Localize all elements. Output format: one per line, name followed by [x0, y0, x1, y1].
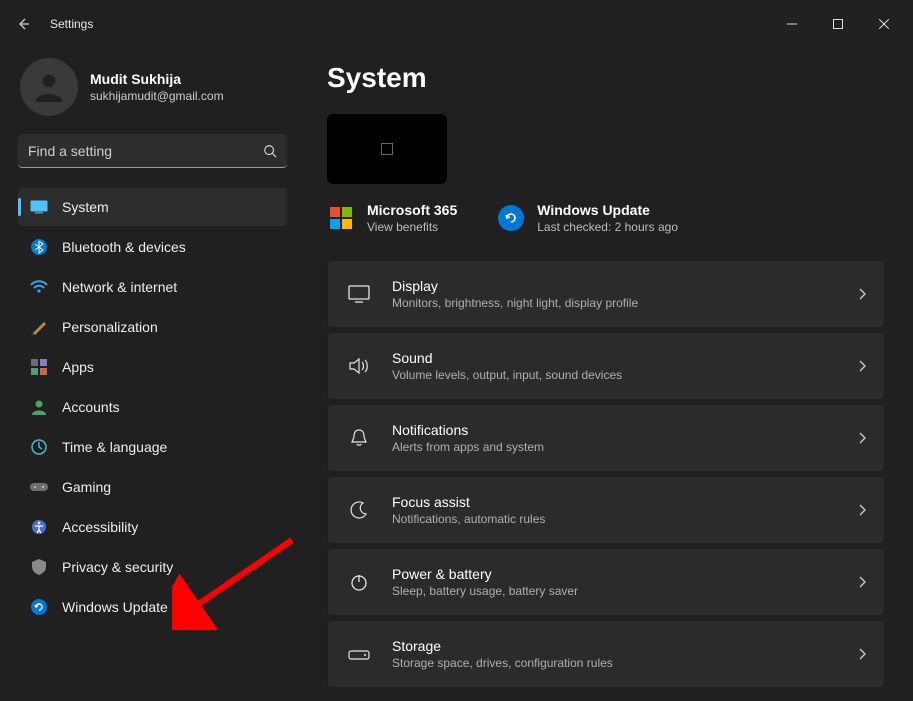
settings-list: Display Monitors, brightness, night ligh…: [327, 260, 885, 688]
update-sub: Last checked: 2 hours ago: [537, 220, 678, 234]
sidebar-item-gaming[interactable]: Gaming: [18, 468, 287, 506]
card-sub: Volume levels, output, input, sound devi…: [392, 368, 838, 382]
nav-list: System Bluetooth & devices Network & int…: [18, 188, 287, 626]
paintbrush-icon: [30, 318, 48, 336]
settings-item-storage[interactable]: Storage Storage space, drives, configura…: [327, 620, 885, 688]
card-title: Power & battery: [392, 566, 838, 582]
person-icon: [31, 69, 67, 105]
minimize-button[interactable]: [769, 8, 815, 40]
minimize-icon: [787, 19, 797, 29]
close-button[interactable]: [861, 8, 907, 40]
status-row: Microsoft 365 View benefits Windows Upda…: [327, 202, 885, 234]
moon-icon: [346, 497, 372, 523]
card-sub: Alerts from apps and system: [392, 440, 838, 454]
back-button[interactable]: [6, 7, 40, 41]
card-title: Notifications: [392, 422, 838, 438]
account-name: Mudit Sukhija: [90, 71, 224, 87]
search-box[interactable]: [18, 134, 287, 168]
chevron-right-icon: [858, 288, 866, 300]
close-icon: [879, 19, 889, 29]
nav-label: Bluetooth & devices: [62, 239, 186, 255]
chevron-right-icon: [858, 648, 866, 660]
nav-label: Accounts: [62, 399, 120, 415]
card-title: Display: [392, 278, 838, 294]
settings-item-focus-assist[interactable]: Focus assist Notifications, automatic ru…: [327, 476, 885, 544]
sidebar-item-accessibility[interactable]: Accessibility: [18, 508, 287, 546]
shield-icon: [30, 558, 48, 576]
settings-item-notifications[interactable]: Notifications Alerts from apps and syste…: [327, 404, 885, 472]
settings-item-display[interactable]: Display Monitors, brightness, night ligh…: [327, 260, 885, 328]
card-title: Storage: [392, 638, 838, 654]
window-title: Settings: [50, 17, 93, 31]
search-input[interactable]: [18, 134, 287, 168]
settings-item-power-battery[interactable]: Power & battery Sleep, battery usage, ba…: [327, 548, 885, 616]
nav-label: System: [62, 199, 109, 215]
desktop-preview[interactable]: [327, 114, 447, 184]
gaming-icon: [30, 478, 48, 496]
card-sub: Storage space, drives, configuration rul…: [392, 656, 838, 670]
ms365-title: Microsoft 365: [367, 202, 457, 218]
nav-label: Time & language: [62, 439, 167, 455]
nav-label: Personalization: [62, 319, 158, 335]
maximize-icon: [833, 19, 843, 29]
power-icon: [346, 569, 372, 595]
avatar: [20, 58, 78, 116]
sidebar-item-time-language[interactable]: Time & language: [18, 428, 287, 466]
sidebar: Mudit Sukhija sukhijamudit@gmail.com Sys…: [0, 48, 305, 701]
ms365-sub: View benefits: [367, 220, 457, 234]
nav-label: Apps: [62, 359, 94, 375]
sidebar-item-accounts[interactable]: Accounts: [18, 388, 287, 426]
wifi-icon: [30, 278, 48, 296]
account-email: sukhijamudit@gmail.com: [90, 89, 224, 103]
system-icon: [30, 198, 48, 216]
nav-label: Windows Update: [62, 599, 168, 615]
card-sub: Sleep, battery usage, battery saver: [392, 584, 838, 598]
accessibility-icon: [30, 518, 48, 536]
display-icon: [346, 281, 372, 307]
bluetooth-icon: [30, 238, 48, 256]
nav-label: Accessibility: [62, 519, 138, 535]
chevron-right-icon: [858, 576, 866, 588]
clock-globe-icon: [30, 438, 48, 456]
settings-item-sound[interactable]: Sound Volume levels, output, input, soun…: [327, 332, 885, 400]
sidebar-item-personalization[interactable]: Personalization: [18, 308, 287, 346]
microsoft-logo-icon: [327, 204, 355, 232]
search-icon: [263, 144, 277, 158]
windows-update-block[interactable]: Windows Update Last checked: 2 hours ago: [497, 202, 678, 234]
sidebar-item-privacy[interactable]: Privacy & security: [18, 548, 287, 586]
accounts-icon: [30, 398, 48, 416]
sidebar-item-apps[interactable]: Apps: [18, 348, 287, 386]
nav-label: Gaming: [62, 479, 111, 495]
nav-label: Network & internet: [62, 279, 177, 295]
page-title: System: [327, 62, 885, 94]
card-sub: Monitors, brightness, night light, displ…: [392, 296, 838, 310]
ms365-block[interactable]: Microsoft 365 View benefits: [327, 202, 457, 234]
chevron-right-icon: [858, 432, 866, 444]
bell-icon: [346, 425, 372, 451]
sidebar-item-windows-update[interactable]: Windows Update: [18, 588, 287, 626]
update-title: Windows Update: [537, 202, 678, 218]
arrow-left-icon: [15, 16, 31, 32]
card-title: Sound: [392, 350, 838, 366]
sound-icon: [346, 353, 372, 379]
sync-icon: [497, 204, 525, 232]
card-sub: Notifications, automatic rules: [392, 512, 838, 526]
sidebar-item-bluetooth[interactable]: Bluetooth & devices: [18, 228, 287, 266]
chevron-right-icon: [858, 360, 866, 372]
storage-icon: [346, 641, 372, 667]
nav-label: Privacy & security: [62, 559, 173, 575]
preview-window-icon: [381, 143, 393, 155]
maximize-button[interactable]: [815, 8, 861, 40]
sidebar-item-system[interactable]: System: [18, 188, 287, 226]
account-block[interactable]: Mudit Sukhija sukhijamudit@gmail.com: [18, 58, 287, 116]
card-title: Focus assist: [392, 494, 838, 510]
title-bar: Settings: [0, 0, 913, 48]
windows-update-icon: [30, 598, 48, 616]
sidebar-item-network[interactable]: Network & internet: [18, 268, 287, 306]
chevron-right-icon: [858, 504, 866, 516]
main-content: System Microsoft 365 View benefits Windo: [305, 48, 913, 701]
apps-icon: [30, 358, 48, 376]
